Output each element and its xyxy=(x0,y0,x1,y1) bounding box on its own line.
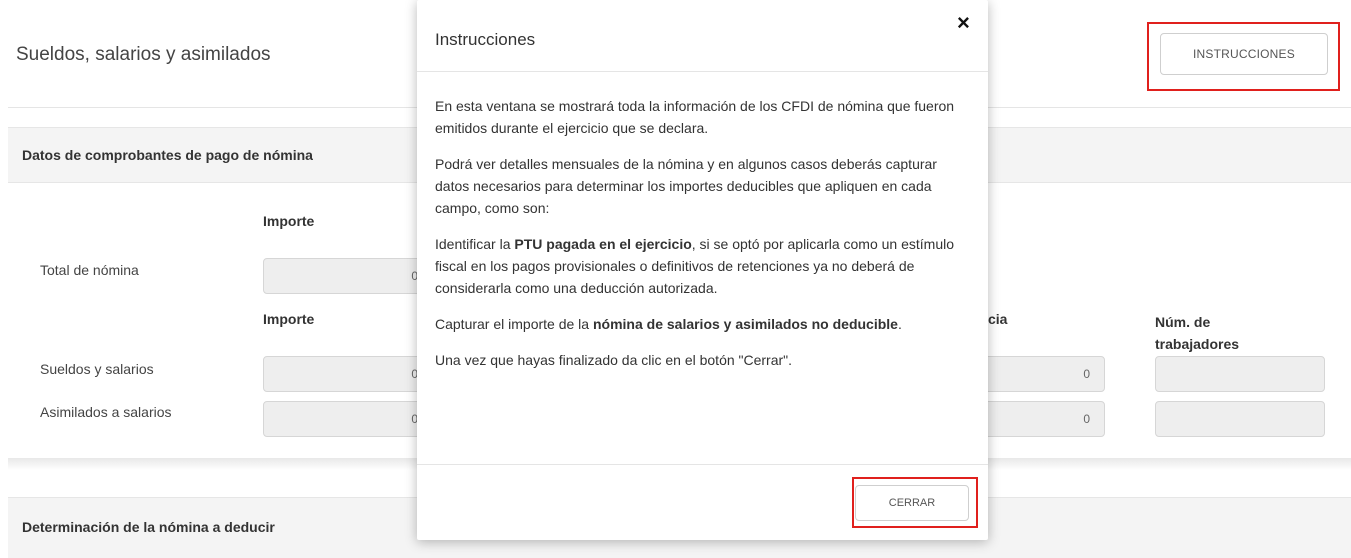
instructions-modal: Instrucciones × En esta ventana se mostr… xyxy=(417,0,988,540)
asimilados-importe-field[interactable]: 0 xyxy=(263,401,433,437)
section-title-determinacion: Determinación de la nómina a deducir xyxy=(22,519,275,535)
field-value: 0 xyxy=(1083,412,1090,426)
highlight-box-close xyxy=(852,477,978,528)
total-nomina-field[interactable]: 0 xyxy=(263,258,433,294)
sueldos-salarios-label: Sueldos y salarios xyxy=(40,361,154,377)
num-trabajadores-header: Núm. de trabajadores xyxy=(1155,314,1240,352)
importe-header-1: Importe xyxy=(263,213,315,229)
asimilados-trabajadores-field[interactable] xyxy=(1155,401,1325,437)
modal-paragraph-2: Podrá ver detalles mensuales de la nómin… xyxy=(435,156,937,216)
importe-header-2: Importe xyxy=(263,311,315,327)
highlight-box-instructions xyxy=(1147,22,1340,91)
modal-paragraph-3: Identificar la PTU pagada en el ejercici… xyxy=(435,233,975,299)
close-icon[interactable]: × xyxy=(957,12,970,34)
modal-paragraph-1: En esta ventana se mostrará toda la info… xyxy=(435,98,955,136)
total-nomina-label: Total de nómina xyxy=(40,262,139,278)
p3-text-pre: Identificar la xyxy=(435,236,515,252)
modal-footer-divider xyxy=(417,464,988,465)
modal-header-divider xyxy=(417,71,988,72)
page-title: Sueldos, salarios y asimilados xyxy=(16,44,271,65)
partial-column-header: cia xyxy=(988,311,1008,327)
modal-paragraph-4: Capturar el importe de la nómina de sala… xyxy=(435,313,975,335)
p4-text-post: . xyxy=(897,316,902,332)
modal-body: En esta ventana se mostrará toda la info… xyxy=(435,95,975,385)
section-title-datos: Datos de comprobantes de pago de nómina xyxy=(22,147,313,163)
modal-title: Instrucciones xyxy=(435,30,536,49)
asimilados-salarios-label: Asimilados a salarios xyxy=(40,404,172,420)
field-value: 0 xyxy=(1083,367,1090,381)
sueldos-importe-field[interactable]: 0 xyxy=(263,356,433,392)
p3-bold-ptu: PTU pagada en el ejercicio xyxy=(514,236,692,252)
sueldos-trabajadores-field[interactable] xyxy=(1155,356,1325,392)
p4-text-pre: Capturar el importe de la xyxy=(435,316,593,332)
modal-paragraph-5: Una vez que hayas finalizado da clic en … xyxy=(435,352,793,368)
p4-bold-nomina: nómina de salarios y asimilados no deduc… xyxy=(592,316,898,332)
